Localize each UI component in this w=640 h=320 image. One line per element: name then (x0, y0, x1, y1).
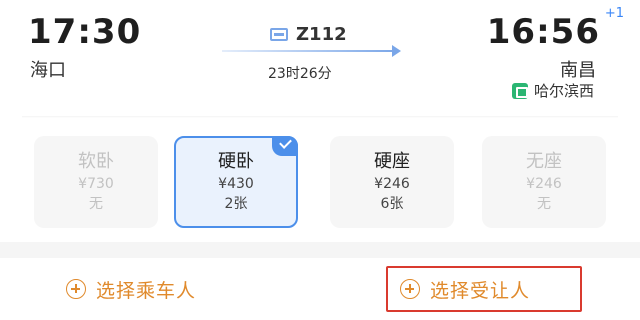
divider (22, 116, 618, 118)
transfer-station: 哈尔滨西 (511, 80, 594, 101)
seat-price: ¥246 (374, 176, 410, 192)
seat-price: ¥730 (78, 176, 114, 192)
plus-circle-icon (400, 279, 420, 299)
seat-stock: 无 (537, 196, 551, 212)
checkmark-icon (272, 136, 298, 156)
seat-card-standing[interactable]: 无座 ¥246 无 (482, 136, 606, 228)
route-line (222, 50, 398, 52)
choose-yield-person-label: 选择受让人 (430, 279, 531, 302)
departure-time: 17:30 (28, 12, 142, 52)
section-separator (0, 242, 640, 258)
seat-card-hard-seat[interactable]: 硬座 ¥246 6张 (330, 136, 454, 228)
seat-name: 软卧 (78, 151, 114, 172)
seat-card-soft-sleeper[interactable]: 软卧 ¥730 无 (34, 136, 158, 228)
plus-circle-icon (66, 279, 86, 299)
train-number[interactable]: Z112 (270, 24, 347, 45)
choose-yield-person-button[interactable]: 选择受让人 (386, 266, 582, 312)
arrival-time: 16:56 (486, 12, 600, 52)
choose-passenger-label: 选择乘车人 (96, 279, 197, 302)
seat-name: 无座 (526, 151, 562, 172)
seat-name: 硬座 (374, 151, 410, 172)
departure-station: 海口 (30, 60, 66, 81)
seat-stock: 2张 (224, 196, 248, 212)
travel-duration: 23时26分 (268, 66, 332, 82)
seat-price: ¥246 (526, 176, 562, 192)
station-badge-icon (511, 82, 528, 99)
transfer-station-label: 哈尔滨西 (533, 82, 594, 100)
train-icon (270, 28, 288, 41)
seat-stock: 6张 (380, 196, 404, 212)
arrival-station: 南昌 (560, 60, 596, 81)
train-code: Z112 (296, 24, 347, 45)
route-arrow-icon (392, 45, 401, 57)
seat-card-hard-sleeper[interactable]: 硬卧 ¥430 2张 (174, 136, 298, 228)
choose-passenger-button[interactable]: 选择乘车人 (66, 266, 196, 312)
seat-price: ¥430 (218, 176, 254, 192)
day-offset-badge: +1 (604, 6, 624, 21)
seat-stock: 无 (89, 196, 103, 212)
